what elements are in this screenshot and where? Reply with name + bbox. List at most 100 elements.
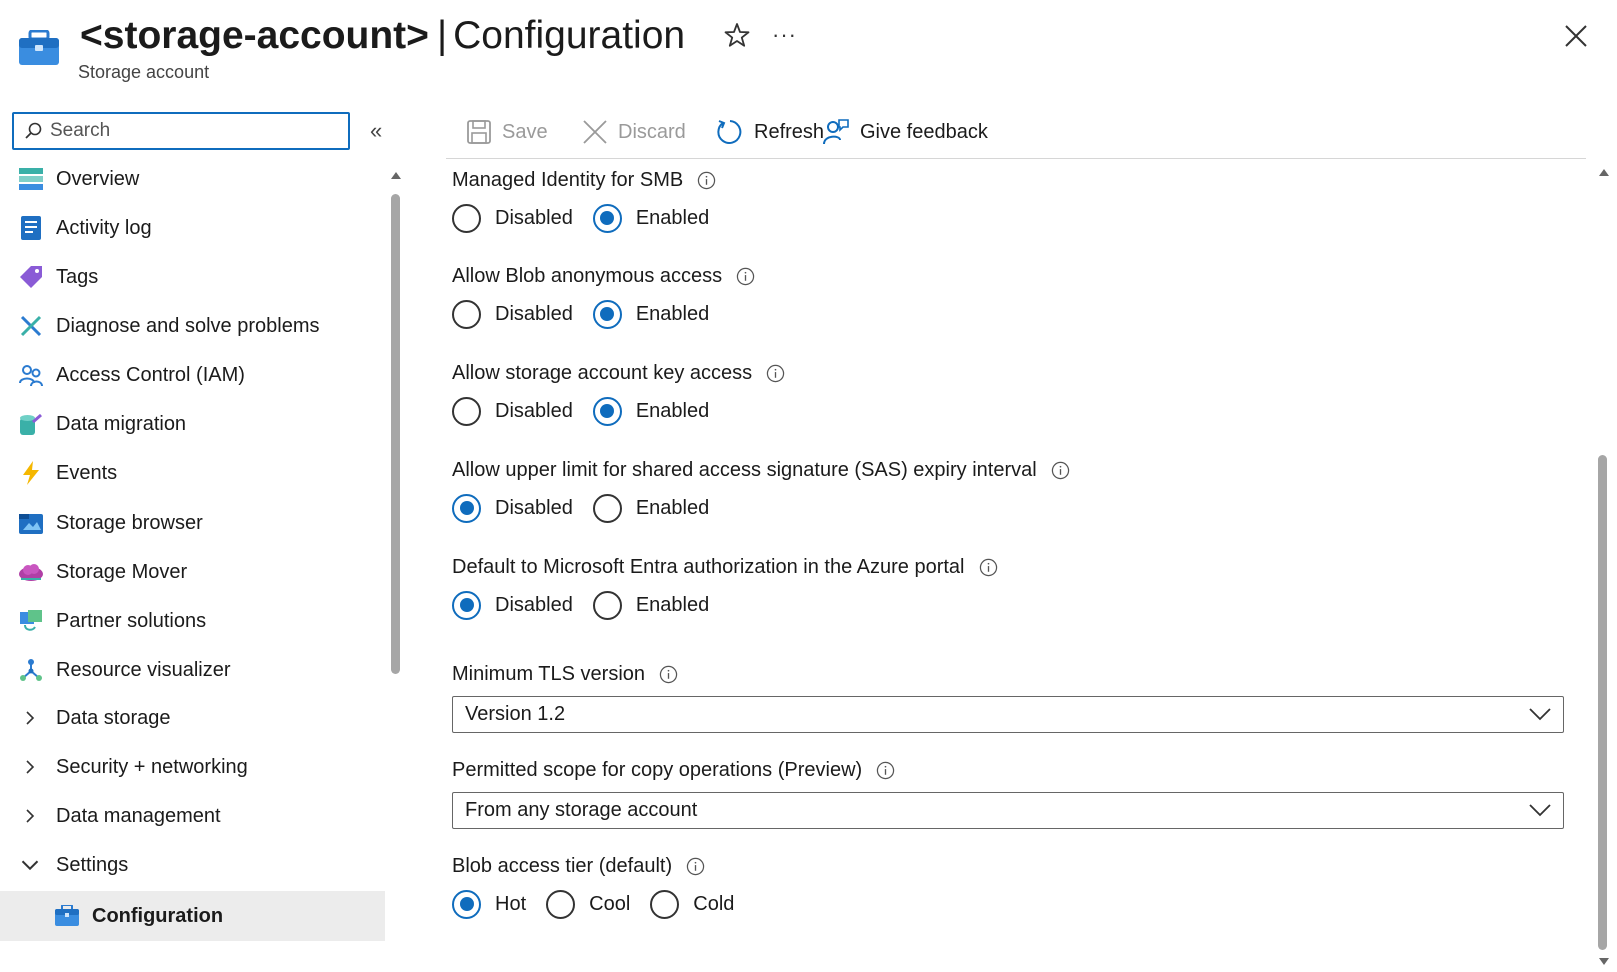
setting-label: Allow storage account key access <box>452 359 1572 387</box>
sidebar-item-label: Storage browser <box>56 511 203 534</box>
radio-circle[interactable] <box>452 590 481 620</box>
page-title: <storage-account> | Configuration <box>80 10 685 62</box>
storage-key-access-setting: Allow storage account key access Disable… <box>452 359 1572 427</box>
setting-label-text: Allow Blob anonymous access <box>452 264 723 287</box>
sidebar-scrollbar-thumb[interactable] <box>391 194 400 674</box>
setting-label-text: Allow storage account key access <box>452 361 753 384</box>
sidebar-item-resource-visualizer[interactable]: Resource visualizer <box>0 647 385 693</box>
radio-disabled[interactable]: Disabled <box>452 299 573 329</box>
sidebar-search-box[interactable] <box>12 112 350 150</box>
sidebar-group-security-networking[interactable]: Security + networking <box>0 744 385 790</box>
blob-anonymous-access-setting: Allow Blob anonymous access Disabled Ena… <box>452 262 1572 330</box>
page-name: Configuration <box>453 14 686 57</box>
radio-circle[interactable] <box>592 590 622 620</box>
save-icon <box>467 120 491 144</box>
radio-label: Cold <box>693 892 735 915</box>
info-icon[interactable] <box>876 761 895 780</box>
radio-hot[interactable]: Hot <box>452 889 526 919</box>
sidebar-item-overview[interactable]: Overview <box>0 156 385 202</box>
info-icon[interactable] <box>736 267 755 286</box>
info-icon[interactable] <box>979 558 998 577</box>
scroll-up-arrow-icon[interactable] <box>1598 166 1610 178</box>
sidebar-item-data-migration[interactable]: Data migration <box>0 401 385 447</box>
radio-enabled[interactable]: Enabled <box>592 590 709 620</box>
radio-label: Enabled <box>635 206 710 229</box>
sidebar-item-label: Storage Mover <box>56 560 188 583</box>
copy-scope-dropdown[interactable]: From any storage account <box>452 792 1564 829</box>
sidebar-item-storage-browser[interactable]: Storage browser <box>0 500 385 546</box>
discard-button[interactable]: Discard <box>582 114 686 150</box>
search-input[interactable] <box>50 120 330 142</box>
chevron-right-icon <box>26 711 35 725</box>
radio-enabled[interactable]: Enabled <box>592 396 709 426</box>
sidebar-item-tags[interactable]: Tags <box>0 254 385 300</box>
radio-circle[interactable] <box>452 396 481 426</box>
sidebar-item-activity-log[interactable]: Activity log <box>0 205 385 251</box>
setting-label-text: Blob access tier (default) <box>452 854 673 877</box>
sidebar-item-diagnose[interactable]: Diagnose and solve problems <box>0 303 385 349</box>
more-options-button[interactable]: ··· <box>772 22 797 48</box>
tls-version-dropdown[interactable]: Version 1.2 <box>452 696 1564 733</box>
radio-enabled[interactable]: Enabled <box>592 203 710 233</box>
info-icon[interactable] <box>766 364 785 383</box>
collapse-sidebar-button[interactable]: « <box>370 118 382 144</box>
save-button[interactable]: Save <box>466 114 548 150</box>
refresh-button[interactable]: Refresh <box>716 114 824 150</box>
radio-enabled[interactable]: Enabled <box>592 493 709 523</box>
save-label: Save <box>502 120 548 143</box>
radio-disabled[interactable]: Disabled <box>452 590 573 620</box>
info-icon[interactable] <box>659 665 678 684</box>
radio-circle[interactable] <box>452 889 481 919</box>
radio-circle[interactable] <box>452 203 481 233</box>
radio-circle[interactable] <box>592 396 622 426</box>
radio-circle[interactable] <box>592 203 622 233</box>
radio-circle[interactable] <box>452 493 481 523</box>
sidebar-item-events[interactable]: Events <box>0 450 385 496</box>
radio-disabled[interactable]: Disabled <box>452 493 573 523</box>
migration-icon <box>18 411 44 437</box>
favorite-star-icon[interactable] <box>722 20 752 50</box>
radio-enabled[interactable]: Enabled <box>592 299 709 329</box>
setting-label: Managed Identity for SMB <box>452 166 1572 194</box>
radio-label: Cool <box>589 892 631 915</box>
sidebar-group-data-management[interactable]: Data management <box>0 793 385 839</box>
sidebar-item-label: Resource visualizer <box>56 658 231 681</box>
page-header: <storage-account> | Configuration Storage … <box>0 0 1617 100</box>
info-icon[interactable] <box>697 171 716 190</box>
radio-circle[interactable] <box>546 889 576 919</box>
sidebar-item-label: Overview <box>56 167 140 190</box>
chevron-down-icon <box>1529 708 1551 721</box>
dropdown-value: Version 1.2 <box>465 703 566 725</box>
sidebar-item-storage-mover[interactable]: Storage Mover <box>0 549 385 595</box>
sidebar-item-label: Settings <box>56 853 129 876</box>
command-bar: Save Discard Refresh Give feedback <box>446 108 1586 156</box>
sidebar-item-iam[interactable]: Access Control (IAM) <box>0 352 385 398</box>
info-icon[interactable] <box>1051 461 1070 480</box>
sidebar-item-configuration[interactable]: Configuration <box>0 891 385 941</box>
radio-cold[interactable]: Cold <box>650 889 735 919</box>
radio-disabled[interactable]: Disabled <box>452 203 573 233</box>
main-scrollbar-thumb[interactable] <box>1598 455 1607 950</box>
radio-cool[interactable]: Cool <box>546 889 631 919</box>
search-icon <box>25 122 42 139</box>
radio-circle[interactable] <box>650 889 680 919</box>
feedback-icon <box>823 119 849 145</box>
dropdown-value: From any storage account <box>465 799 698 821</box>
scroll-up-arrow-icon[interactable] <box>389 168 403 182</box>
radio-disabled[interactable]: Disabled <box>452 396 573 426</box>
scroll-down-arrow-icon[interactable] <box>1598 956 1610 968</box>
setting-label-text: Allow upper limit for shared access sign… <box>452 458 1037 481</box>
setting-label: Default to Microsoft Entra authorization… <box>452 553 1572 581</box>
sidebar-group-settings[interactable]: Settings <box>0 842 385 888</box>
close-icon[interactable] <box>1562 22 1590 50</box>
toolbox-icon <box>19 30 59 65</box>
give-feedback-button[interactable]: Give feedback <box>822 114 988 150</box>
sidebar-group-data-storage[interactable]: Data storage <box>0 695 385 741</box>
radio-circle[interactable] <box>592 493 622 523</box>
radio-circle[interactable] <box>592 299 622 329</box>
tag-icon <box>18 264 44 290</box>
info-icon[interactable] <box>686 857 705 876</box>
radio-circle[interactable] <box>452 299 481 329</box>
sidebar-item-partner-solutions[interactable]: Partner solutions <box>0 598 385 644</box>
activity-log-icon <box>18 215 44 241</box>
